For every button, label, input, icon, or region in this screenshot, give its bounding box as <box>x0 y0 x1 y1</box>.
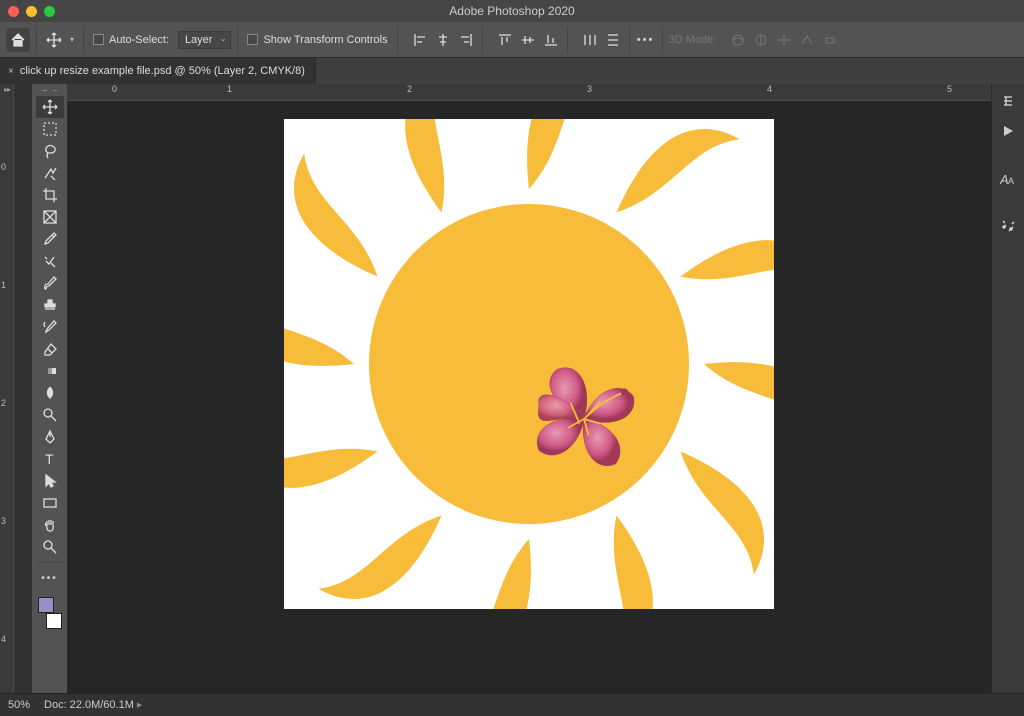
checkbox-icon <box>247 34 258 45</box>
separator <box>662 27 663 53</box>
separator <box>83 27 84 53</box>
document-area: 0 1 2 3 4 5 <box>67 84 991 693</box>
background-color-swatch[interactable] <box>46 613 62 629</box>
svg-text:A: A <box>1008 176 1014 186</box>
threed-slide-button <box>797 30 817 50</box>
dots-icon: ••• <box>41 573 58 584</box>
foreground-background-colors[interactable] <box>36 595 64 631</box>
brush-tool[interactable] <box>36 272 64 294</box>
edit-toolbar-button[interactable]: ••• <box>36 567 64 589</box>
play-action-button[interactable] <box>995 118 1021 144</box>
stamp-tool[interactable] <box>36 294 64 316</box>
horizontal-ruler[interactable]: 0 1 2 3 4 5 <box>67 84 991 101</box>
foreground-color-swatch[interactable] <box>38 597 54 613</box>
align-left-button[interactable] <box>410 30 430 50</box>
checkbox-icon <box>93 34 104 45</box>
glyphs-panel-button[interactable]: AA <box>995 166 1021 192</box>
type-tool[interactable]: T <box>36 448 64 470</box>
tab-label: click up resize example file.psd @ 50% (… <box>20 65 305 77</box>
align-hcenter-button[interactable] <box>433 30 453 50</box>
threed-pan-button <box>774 30 794 50</box>
eyedropper-tool[interactable] <box>36 228 64 250</box>
threed-group <box>728 30 840 50</box>
align-bottom-button[interactable] <box>541 30 561 50</box>
doc-size[interactable]: Doc: 22.0M/60.1M ▶ <box>44 699 142 711</box>
gradient-tool[interactable] <box>36 360 64 382</box>
toolbar-grip-icon[interactable] <box>35 86 65 94</box>
close-icon[interactable]: × <box>8 66 14 77</box>
canvas[interactable] <box>284 119 774 609</box>
threed-label: 3D Mode: <box>669 34 717 46</box>
right-panel-dock: AA <box>991 84 1024 693</box>
titlebar: Adobe Photoshop 2020 <box>0 0 1024 22</box>
quickselect-tool[interactable] <box>36 162 64 184</box>
move-icon <box>46 32 62 48</box>
marquee-tool[interactable] <box>36 118 64 140</box>
status-bar: 50% Doc: 22.0M/60.1M ▶ <box>0 693 1024 716</box>
autoselect-checkbox[interactable]: Auto-Select: <box>90 34 172 46</box>
blur-tool[interactable] <box>36 382 64 404</box>
threed-roll-button <box>751 30 771 50</box>
rectangle-tool[interactable] <box>36 492 64 514</box>
healing-tool[interactable] <box>36 250 64 272</box>
distribute-v-button[interactable] <box>603 30 623 50</box>
vertical-ruler[interactable]: ▸▸ 0 1 2 3 4 <box>0 84 14 693</box>
artwork-sun <box>284 119 774 609</box>
zoom-tool[interactable] <box>36 536 64 558</box>
distribute-group <box>580 30 623 50</box>
document-tab[interactable]: × click up resize example file.psd @ 50%… <box>0 58 316 84</box>
chevron-down-icon: ▾ <box>70 35 74 44</box>
autoselect-target-select[interactable]: Layer ⌄ <box>178 31 232 49</box>
separator <box>36 27 37 53</box>
threed-orbit-button <box>728 30 748 50</box>
toolbar: T ••• <box>32 84 67 693</box>
home-icon <box>10 32 26 48</box>
pen-tool[interactable] <box>36 426 64 448</box>
transform-checkbox[interactable]: Show Transform Controls <box>244 34 390 46</box>
path-select-tool[interactable] <box>36 470 64 492</box>
separator <box>567 27 568 53</box>
history-brush-tool[interactable] <box>36 316 64 338</box>
separator <box>397 27 398 53</box>
panel-toggle-button[interactable] <box>995 88 1021 114</box>
eraser-tool[interactable] <box>36 338 64 360</box>
align-right-button[interactable] <box>456 30 476 50</box>
dots-icon: ••• <box>637 34 655 46</box>
transform-label: Show Transform Controls <box>263 34 387 46</box>
distribute-h-button[interactable] <box>580 30 600 50</box>
document-tabs: × click up resize example file.psd @ 50%… <box>0 58 1024 84</box>
dodge-tool[interactable] <box>36 404 64 426</box>
zoom-level[interactable]: 50% <box>8 699 30 711</box>
autoselect-label: Auto-Select: <box>109 34 169 46</box>
home-button[interactable] <box>6 28 30 52</box>
align-group-horizontal <box>410 30 476 50</box>
frame-tool[interactable] <box>36 206 64 228</box>
canvas-viewport[interactable] <box>67 101 991 693</box>
settings-panel-button[interactable] <box>995 214 1021 240</box>
crop-tool[interactable] <box>36 184 64 206</box>
svg-text:T: T <box>45 451 54 467</box>
chevron-right-icon: ▶ <box>137 701 142 709</box>
ruler-menu-icon[interactable]: ▸▸ <box>4 85 10 94</box>
hand-tool[interactable] <box>36 514 64 536</box>
align-vcenter-button[interactable] <box>518 30 538 50</box>
options-bar: ▾ Auto-Select: Layer ⌄ Show Transform Co… <box>0 22 1024 58</box>
workspace: ▸▸ 0 1 2 3 4 T <box>0 84 1024 693</box>
align-group-vertical <box>495 30 561 50</box>
chevron-down-icon: ⌄ <box>220 34 227 43</box>
app-title: Adobe Photoshop 2020 <box>0 4 1024 18</box>
tool-panel-column: T ••• <box>14 84 67 693</box>
threed-scale-button <box>820 30 840 50</box>
lasso-tool[interactable] <box>36 140 64 162</box>
separator <box>37 562 63 563</box>
move-tool[interactable] <box>36 96 64 118</box>
separator <box>629 27 630 53</box>
more-align-button[interactable]: ••• <box>636 30 656 50</box>
separator <box>237 27 238 53</box>
active-tool-indicator[interactable]: ▾ <box>43 32 77 48</box>
align-top-button[interactable] <box>495 30 515 50</box>
separator <box>482 27 483 53</box>
